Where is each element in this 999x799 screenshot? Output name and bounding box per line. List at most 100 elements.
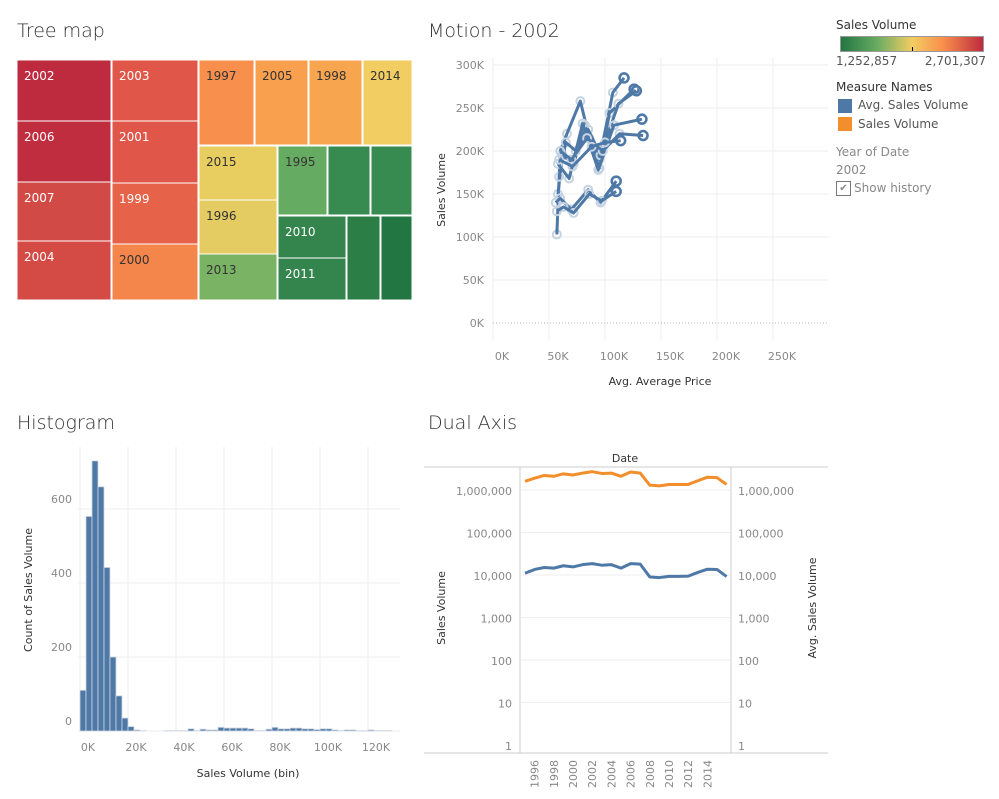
y-tick-label: 400 — [51, 567, 72, 580]
histogram-bar — [103, 567, 111, 732]
histogram-bar — [247, 728, 255, 732]
treemap-tile[interactable] — [346, 215, 381, 301]
x-tick-label: 60K — [221, 741, 243, 754]
histogram-bar — [295, 727, 303, 732]
x-tick-label: 1998 — [548, 760, 561, 788]
legend-label: Avg. Sales Volume — [858, 98, 969, 112]
x-tick-label: 80K — [269, 741, 291, 754]
left-y-axis-title: Sales Volume — [435, 571, 448, 645]
treemap-tile-label: 2004 — [24, 250, 55, 264]
histogram-bar — [133, 729, 141, 732]
histogram-bar — [283, 728, 291, 732]
histogram-bar — [241, 727, 249, 732]
series-line-sales-volume — [524, 470, 728, 488]
histogram-bar — [109, 656, 117, 732]
treemap-tile-label: 2000 — [119, 253, 150, 267]
treemap-tile[interactable] — [198, 253, 278, 301]
x-tick-label: 2012 — [682, 760, 695, 788]
color-legend-title: Sales Volume — [836, 18, 917, 32]
y-tick-label: 200K — [456, 145, 485, 158]
gradient-max: 2,701,307 — [924, 54, 986, 68]
measure-legend-title: Measure Names — [836, 80, 933, 94]
year-filter-label: Year of Date — [836, 145, 910, 159]
histogram-bar — [331, 729, 339, 732]
histogram-bar — [85, 516, 93, 732]
x-tick-label: 100K — [600, 350, 629, 363]
histogram-bar — [307, 728, 315, 732]
left-y-tick-label: 1,000,000 — [456, 485, 512, 498]
x-tick-label: 0K — [495, 350, 510, 363]
x-tick-label: 50K — [547, 350, 569, 363]
right-y-tick-label: 10 — [738, 698, 752, 711]
x-axis-title: Avg. Average Price — [609, 375, 712, 388]
treemap-tile-label: 1996 — [206, 209, 237, 223]
left-y-tick-label: 100,000 — [467, 528, 513, 541]
x-tick-label: 200K — [712, 350, 741, 363]
color-swatch — [838, 98, 852, 113]
histogram-bar — [343, 729, 351, 732]
treemap-tile-label: 1995 — [285, 155, 316, 169]
histogram-bar — [211, 729, 219, 732]
histogram-bar — [79, 689, 87, 732]
treemap-tile[interactable] — [370, 145, 413, 216]
y-tick-label: 100K — [456, 231, 485, 244]
left-y-tick-label: 10 — [498, 698, 512, 711]
treemap-tile[interactable] — [380, 215, 413, 301]
histogram-bar — [229, 727, 237, 732]
right-y-tick-label: 100 — [738, 655, 759, 668]
legend-item-sales-volume[interactable]: Sales Volume — [838, 117, 996, 131]
right-y-tick-label: 1,000,000 — [738, 485, 794, 498]
histogram-bar — [199, 728, 207, 732]
x-tick-label: 120K — [362, 741, 391, 754]
right-y-tick-label: 1 — [738, 740, 745, 753]
x-tick-label: 2010 — [663, 760, 676, 788]
x-tick-label: 100K — [314, 741, 343, 754]
histogram-bar — [235, 727, 243, 732]
legend-item-avg-sales-volume[interactable]: Avg. Sales Volume — [838, 98, 996, 113]
year-filter-value[interactable]: 2002 — [836, 163, 996, 177]
histogram-bar — [349, 729, 357, 732]
treemap-tile-label: 2011 — [285, 267, 316, 281]
left-y-tick-label: 1,000 — [481, 613, 513, 626]
histogram-bar — [313, 729, 321, 732]
left-y-tick-label: 1 — [505, 740, 512, 753]
checkmark-icon: ✔ — [836, 181, 851, 196]
y-axis-title: Sales Volume — [435, 153, 448, 227]
right-y-tick-label: 100,000 — [738, 528, 784, 541]
x-tick-label: 250K — [768, 350, 797, 363]
y-tick-label: 200 — [51, 641, 72, 654]
treemap-tile-label: 2001 — [119, 130, 150, 144]
right-y-tick-label: 10,000 — [738, 570, 777, 583]
gradient-min: 1,252,857 — [836, 54, 898, 68]
color-gradient-bar — [840, 36, 984, 52]
histogram-bar — [367, 729, 375, 732]
gradient-marker — [912, 47, 913, 51]
x-tick-label: 2000 — [567, 760, 580, 788]
treemap-tile-label: 2003 — [119, 69, 150, 83]
y-tick-label: 0 — [65, 715, 72, 728]
column-header-date: Date — [612, 452, 639, 465]
histogram-bar — [121, 717, 129, 732]
histogram-bar — [187, 728, 195, 732]
histogram-bar — [217, 726, 225, 732]
histogram-bar — [265, 728, 273, 732]
histogram-bar — [277, 728, 285, 732]
x-tick-label: 0K — [81, 741, 96, 754]
treemap-tile-label: 1999 — [119, 192, 150, 206]
treemap-tile-label: 2014 — [370, 69, 401, 83]
treemap-tile-label: 1998 — [316, 69, 347, 83]
treemap-tile[interactable] — [327, 145, 371, 216]
x-tick-label: 2008 — [644, 760, 657, 788]
color-swatch — [838, 117, 852, 131]
histogram-bar — [97, 486, 105, 732]
left-y-tick-label: 100 — [491, 655, 512, 668]
y-tick-label: 50K — [463, 274, 485, 287]
histogram-bar — [91, 460, 99, 732]
y-tick-label: 0K — [470, 317, 485, 330]
show-history-checkbox[interactable]: ✔ Show history — [836, 181, 996, 196]
x-tick-label: 2004 — [605, 760, 618, 788]
x-tick-label: 1996 — [529, 760, 542, 788]
histogram-bar — [127, 726, 135, 732]
histogram-bar — [271, 726, 279, 732]
treemap-tile-label: 2010 — [285, 225, 316, 239]
